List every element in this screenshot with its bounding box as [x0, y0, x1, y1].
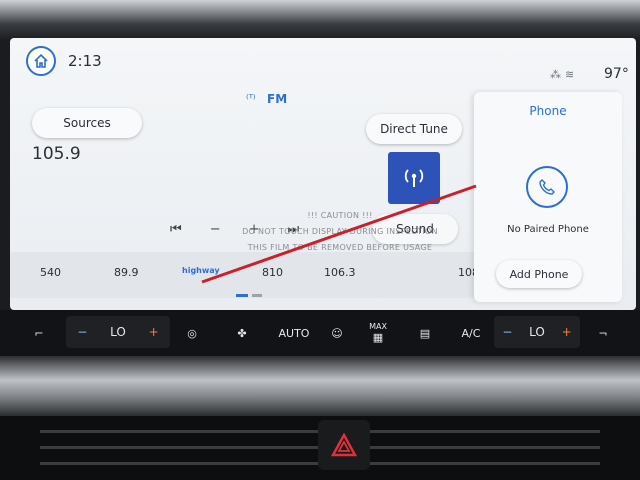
max-label: MAX: [369, 322, 387, 331]
dash-trim: [0, 356, 640, 416]
right-temp-up-button[interactable]: +: [562, 325, 572, 339]
climate-controls: ⌐ − LO + ◎ ✤ AUTO ☺ MAX ▦ ▤ A/C − LO + ¬: [0, 310, 640, 356]
infotainment-screen: 2:13 ⁂≋ 97° ⁽ᵀ⁾ FM Sources Direct Tune 1…: [10, 38, 636, 310]
left-temp-value: LO: [110, 325, 126, 339]
left-seat-heat-icon[interactable]: ⌐: [26, 318, 52, 348]
right-temp-control: − LO +: [494, 316, 580, 348]
defrost-icon: ▦: [372, 331, 384, 344]
max-defrost-button[interactable]: MAX ▦: [364, 318, 392, 348]
right-temp-down-button[interactable]: −: [502, 325, 512, 339]
display-bezel: [0, 0, 640, 40]
airflow-icon[interactable]: ☺: [324, 318, 350, 348]
ac-button[interactable]: A/C: [456, 318, 486, 348]
left-temp-up-button[interactable]: +: [149, 325, 159, 339]
fan-icon[interactable]: ✤: [230, 318, 254, 348]
hazard-icon: [331, 433, 357, 457]
film-marker-line: [201, 184, 477, 284]
right-temp-value: LO: [529, 325, 545, 339]
steering-heat-icon[interactable]: ◎: [180, 318, 204, 348]
right-seat-heat-icon[interactable]: ¬: [590, 318, 616, 348]
left-temp-down-button[interactable]: −: [77, 325, 87, 339]
hazard-button[interactable]: [318, 420, 370, 470]
rear-defrost-icon[interactable]: ▤: [412, 318, 438, 348]
left-temp-control: − LO +: [66, 316, 170, 348]
auto-button[interactable]: AUTO: [274, 318, 314, 348]
